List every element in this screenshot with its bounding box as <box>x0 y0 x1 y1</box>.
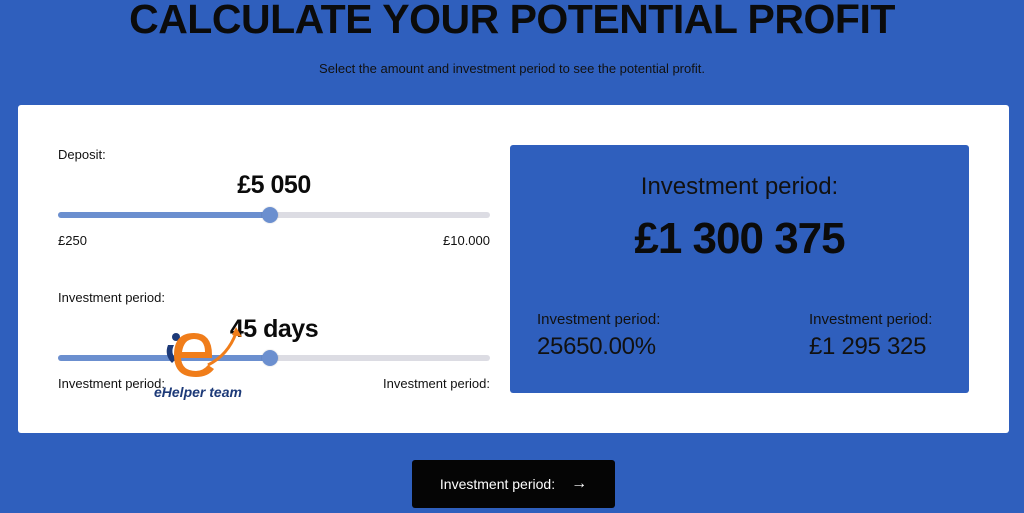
result-left-label: Investment period: <box>537 311 661 328</box>
result-panel: Investment period: £1 300 375 Investment… <box>510 145 969 393</box>
page-subtitle: Select the amount and investment period … <box>319 61 705 76</box>
svg-text:eHelper team: eHelper team <box>154 384 242 400</box>
calculate-button[interactable]: Investment period: → <box>412 460 615 508</box>
result-left-value: 25650.00% <box>537 333 656 360</box>
period-slider-thumb[interactable] <box>261 350 278 366</box>
arrow-right-icon: → <box>571 475 588 492</box>
deposit-slider-thumb[interactable] <box>261 207 278 223</box>
period-slider[interactable] <box>58 350 490 366</box>
deposit-slider-fill <box>58 212 270 218</box>
deposit-label: Deposit: <box>58 147 106 162</box>
result-right-label: Investment period: <box>809 311 933 328</box>
result-total: £1 300 375 <box>634 214 845 263</box>
page-title: CALCULATE YOUR POTENTIAL PROFIT <box>129 0 895 42</box>
deposit-max-label: £10.000 <box>443 233 490 248</box>
ehelper-logo-icon: eHelper team <box>154 327 242 400</box>
deposit-min-label: £250 <box>58 233 87 248</box>
result-right-value: £1 295 325 <box>809 333 927 360</box>
period-min-label: Investment period: <box>58 376 165 391</box>
deposit-value: £5 050 <box>237 171 311 199</box>
result-title: Investment period: <box>640 173 839 200</box>
calculate-button-label: Investment period: <box>439 476 556 492</box>
period-label: Investment period: <box>58 290 165 305</box>
period-max-label: Investment period: <box>383 376 490 391</box>
ehelper-logo: eHelper team <box>150 325 260 405</box>
deposit-slider[interactable] <box>58 207 490 223</box>
